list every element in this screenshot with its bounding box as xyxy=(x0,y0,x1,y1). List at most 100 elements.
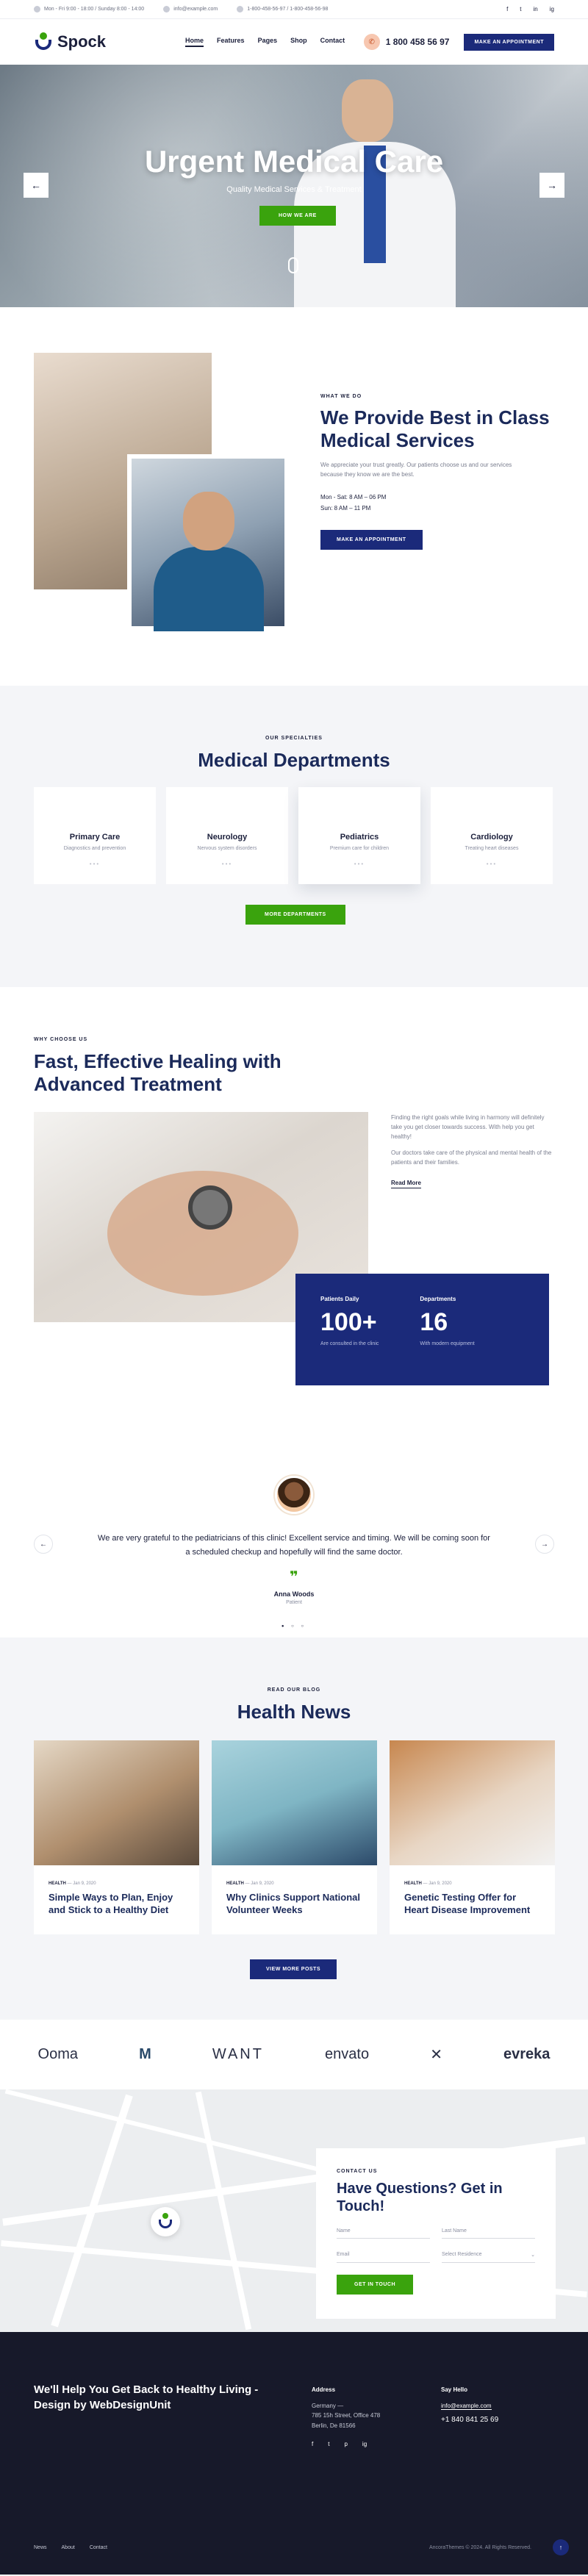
partner-logo-m[interactable]: M xyxy=(139,2046,151,2063)
why-text: Finding the right goals while living in … xyxy=(391,1113,553,1188)
instagram-icon[interactable]: ig xyxy=(550,6,554,12)
quote-icon: ❞ xyxy=(290,1569,298,1586)
news-section: READ OUR BLOG Health News HEALTH — Jan 9… xyxy=(0,1637,588,2020)
avatar xyxy=(275,1476,313,1514)
partner-logos: Ooma M WANT envato ✕ evreka xyxy=(0,2020,588,2089)
footer-heading: We'll Help You Get Back to Healthy Livin… xyxy=(34,2383,259,2411)
slider-dots[interactable]: ● ○ ○ xyxy=(0,1624,588,1629)
phone-icon xyxy=(237,6,244,12)
appointment-button[interactable]: MAKE AN APPOINTMENT xyxy=(464,33,554,51)
department-cards: Primary Care Diagnostics and prevention … xyxy=(34,787,553,884)
header: Spock Home Features Pages Shop Contact ✆… xyxy=(0,19,588,65)
footer-contact: Say Hello info@example.com +1 840 841 25… xyxy=(441,2385,498,2426)
department-card-pediatrics[interactable]: Pediatrics Premium care for children ••• xyxy=(298,787,420,884)
nav-shop[interactable]: Shop xyxy=(290,37,307,47)
contact-form: CONTACT US Have Questions? Get in Touch!… xyxy=(316,2148,556,2319)
post-image[interactable] xyxy=(212,1740,377,1865)
get-in-touch-button[interactable]: GET IN TOUCH xyxy=(337,2275,414,2295)
twitter-icon[interactable]: t xyxy=(328,2441,329,2447)
phone-info[interactable]: 1-800-458-56-97 / 1-800-458-56-98 xyxy=(237,6,328,12)
why-eyebrow: WHY CHOOSE US xyxy=(34,1037,88,1042)
more-departments-button[interactable]: MORE DEPARTMENTS xyxy=(245,905,345,925)
main-nav: Home Features Pages Shop Contact xyxy=(185,37,345,47)
instagram-icon[interactable]: ig xyxy=(362,2441,367,2447)
lastname-field[interactable]: Last Name xyxy=(442,2224,535,2239)
news-post[interactable]: HEALTH — Jan 9, 2020 Simple Ways to Plan… xyxy=(34,1740,199,1934)
name-field[interactable]: Name xyxy=(337,2224,430,2239)
news-posts: HEALTH — Jan 9, 2020 Simple Ways to Plan… xyxy=(34,1740,555,1934)
logo-icon xyxy=(34,32,53,51)
header-phone[interactable]: ✆ 1 800 458 56 97 xyxy=(363,34,449,50)
department-card-cardiology[interactable]: Cardiology Treating heart diseases ••• xyxy=(431,787,553,884)
more-dots-icon: ••• xyxy=(89,861,101,867)
news-post[interactable]: HEALTH — Jan 9, 2020 Why Clinics Support… xyxy=(212,1740,377,1934)
partner-logo-x[interactable]: ✕ xyxy=(430,2045,442,2064)
hero-prev-arrow-icon[interactable]: ← xyxy=(24,173,49,198)
stats-box: Patients Daily 100+ Are consulted in the… xyxy=(295,1274,549,1385)
footer-email-link[interactable]: info@example.com xyxy=(441,2402,492,2410)
footer-links: News About Contact xyxy=(34,2545,107,2550)
about-image-doctors xyxy=(127,454,289,631)
nav-home[interactable]: Home xyxy=(185,37,204,47)
clock-icon xyxy=(34,6,40,12)
news-post[interactable]: HEALTH — Jan 9, 2020 Genetic Testing Off… xyxy=(390,1740,555,1934)
more-dots-icon: ••• xyxy=(354,861,365,867)
news-eyebrow: READ OUR BLOG xyxy=(267,1687,321,1693)
nav-features[interactable]: Features xyxy=(217,37,245,47)
mail-icon xyxy=(163,6,171,12)
nav-contact[interactable]: Contact xyxy=(320,37,345,47)
about-appointment-button[interactable]: MAKE AN APPOINTMENT xyxy=(320,530,423,550)
pinterest-icon[interactable]: p xyxy=(344,2441,347,2447)
footer-link-news[interactable]: News xyxy=(34,2545,47,2550)
testimonial-name: Anna Woods xyxy=(273,1590,315,1599)
read-more-link[interactable]: Read More xyxy=(391,1180,421,1188)
partner-logo-envato[interactable]: envato xyxy=(325,2046,369,2063)
footer-link-about[interactable]: About xyxy=(62,2545,75,2550)
news-title: Health News xyxy=(237,1701,351,1723)
post-image[interactable] xyxy=(390,1740,555,1865)
footer-phone[interactable]: +1 840 841 25 69 xyxy=(441,2414,498,2426)
testimonial: We are very grateful to the pediatrician… xyxy=(0,1476,588,1629)
why-choose-us-section: WHY CHOOSE US Fast, Effective Healing wi… xyxy=(0,987,588,1637)
email-info[interactable]: info@example.com xyxy=(163,6,218,12)
phone-icon: ✆ xyxy=(363,34,380,50)
residence-select[interactable]: Select Residence ⌄ xyxy=(442,2247,535,2263)
facebook-icon[interactable]: f xyxy=(506,6,508,12)
department-card-neurology[interactable]: Neurology Nervous system disorders ••• xyxy=(166,787,288,884)
map-pin-icon[interactable] xyxy=(151,2207,180,2236)
twitter-icon[interactable]: t xyxy=(520,6,521,12)
hero-subtitle: Quality Medical Services & Treatment xyxy=(226,185,362,194)
post-title[interactable]: Genetic Testing Offer for Heart Disease … xyxy=(390,1886,555,1934)
hours-info: Mon - Fri 9:00 - 18:00 / Sunday 8:00 - 1… xyxy=(34,6,144,12)
departments-title: Medical Departments xyxy=(198,749,390,771)
hero-title: Urgent Medical Care xyxy=(144,144,444,179)
partner-logo-evreka[interactable]: evreka xyxy=(503,2046,550,2063)
testimonial-quote: We are very grateful to the pediatrician… xyxy=(98,1534,490,1557)
about-section: WHAT WE DO We Provide Best in Class Medi… xyxy=(0,307,588,686)
footer-link-contact[interactable]: Contact xyxy=(90,2545,107,2550)
scroll-top-icon[interactable]: ↑ xyxy=(553,2539,569,2555)
about-eyebrow: WHAT WE DO xyxy=(320,394,362,399)
post-title[interactable]: Simple Ways to Plan, Enjoy and Stick to … xyxy=(34,1886,199,1934)
nav-pages[interactable]: Pages xyxy=(258,37,278,47)
why-title: Fast, Effective Healing with Advanced Tr… xyxy=(34,1050,282,1096)
scroll-mouse-icon[interactable] xyxy=(288,257,298,273)
departments-section: OUR SPECIALTIES Medical Departments Prim… xyxy=(0,686,588,987)
view-more-posts-button[interactable]: VIEW MORE POSTS xyxy=(250,1959,337,1979)
facebook-icon[interactable]: f xyxy=(312,2441,313,2447)
partner-logo-ooma[interactable]: Ooma xyxy=(38,2046,78,2063)
hero-next-arrow-icon[interactable]: → xyxy=(539,173,564,198)
linkedin-icon[interactable]: in xyxy=(534,6,538,12)
contact-eyebrow: CONTACT US xyxy=(337,2169,378,2174)
departments-eyebrow: OUR SPECIALTIES xyxy=(265,736,323,741)
post-title[interactable]: Why Clinics Support National Volunteer W… xyxy=(212,1886,377,1934)
post-image[interactable] xyxy=(34,1740,199,1865)
footer-social: f t p ig xyxy=(312,2441,367,2447)
email-field[interactable]: Email xyxy=(337,2247,430,2263)
testimonial-role: Patient xyxy=(286,1600,302,1606)
department-card-primary-care[interactable]: Primary Care Diagnostics and prevention … xyxy=(34,787,156,884)
hero-cta-button[interactable]: HOW WE ARE xyxy=(259,206,336,226)
contact-title: Have Questions? Get in Touch! xyxy=(337,2181,503,2214)
logo[interactable]: Spock xyxy=(34,32,106,51)
partner-logo-want[interactable]: WANT xyxy=(212,2046,264,2063)
